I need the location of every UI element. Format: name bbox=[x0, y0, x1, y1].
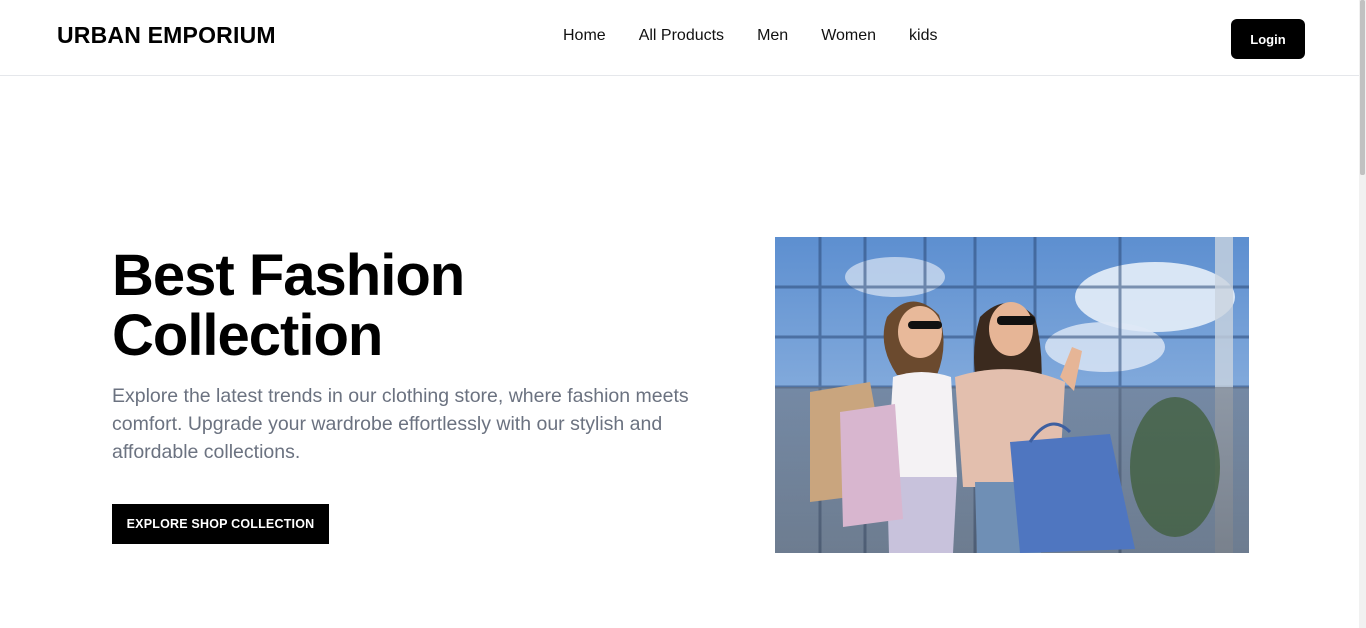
nav-women[interactable]: Women bbox=[821, 27, 876, 45]
nav-kids[interactable]: kids bbox=[909, 27, 937, 45]
main-nav: Home All Products Men Women kids bbox=[563, 27, 937, 45]
page-scrollbar[interactable] bbox=[1359, 0, 1366, 628]
page: URBAN EMPORIUM Home All Products Men Wom… bbox=[0, 0, 1366, 628]
nav-all-products[interactable]: All Products bbox=[639, 27, 724, 45]
shopping-women-photo bbox=[775, 237, 1249, 553]
hero-title-line1: Best Fashion bbox=[112, 243, 465, 308]
nav-home[interactable]: Home bbox=[563, 27, 606, 45]
nav-men[interactable]: Men bbox=[757, 27, 788, 45]
hero-title-line2: Collection bbox=[112, 303, 383, 368]
login-button[interactable]: Login bbox=[1231, 19, 1305, 59]
hero-image bbox=[775, 237, 1249, 553]
hero-title: Best Fashion Collection bbox=[112, 246, 632, 366]
brand-logo[interactable]: URBAN EMPORIUM bbox=[57, 22, 276, 49]
site-header: URBAN EMPORIUM Home All Products Men Wom… bbox=[0, 0, 1359, 76]
scroll-thumb[interactable] bbox=[1360, 0, 1365, 175]
explore-shop-collection-button[interactable]: EXPLORE SHOP COLLECTION bbox=[112, 504, 329, 544]
hero-description: Explore the latest trends in our clothin… bbox=[112, 385, 689, 463]
